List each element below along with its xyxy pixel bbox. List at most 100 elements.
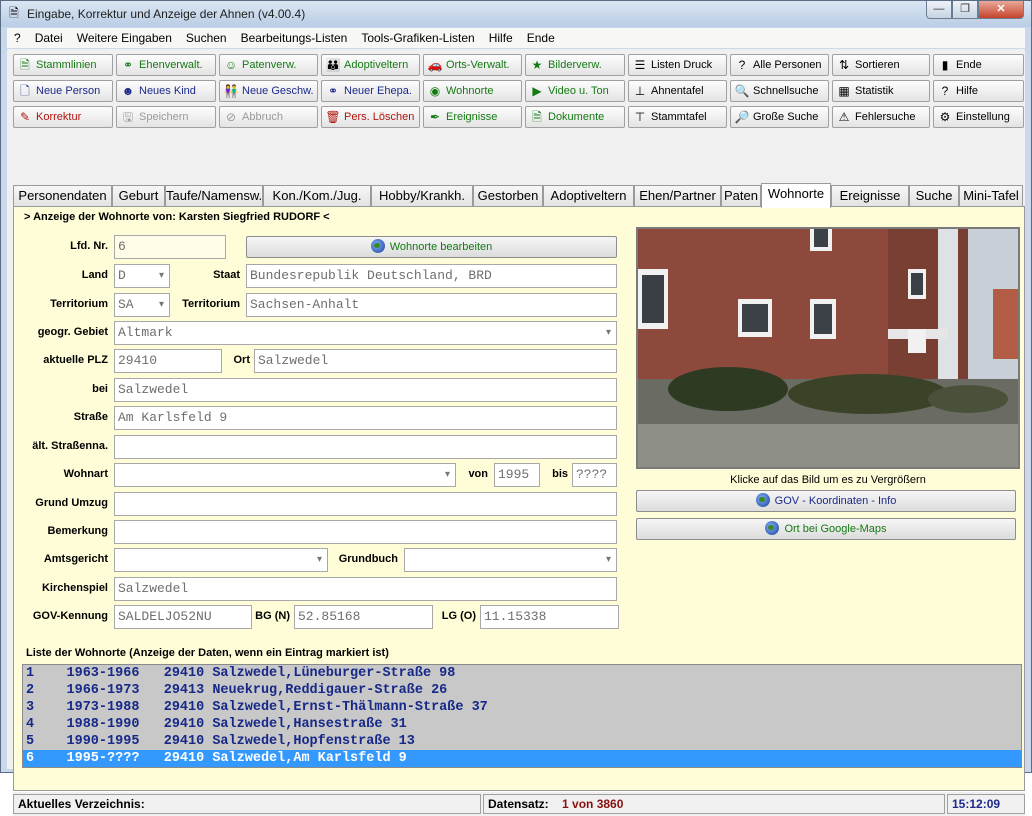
ort-field[interactable]: Salzwedel — [254, 349, 617, 373]
menu-suchen[interactable]: Suchen — [179, 28, 234, 48]
strasse-field[interactable]: Am Karlsfeld 9 — [114, 406, 617, 430]
gov-info-button[interactable]: GOV - Koordinaten - Info — [636, 490, 1016, 512]
tab-geburt[interactable]: Geburt — [112, 185, 165, 207]
toolbar-button-label: Ehenverwalt. — [139, 59, 203, 71]
gov-kennung-field[interactable]: SALDELJO52NU — [114, 605, 252, 629]
menu-hilfe[interactable]: Hilfe — [482, 28, 520, 48]
close-button[interactable]: ✕ — [978, 1, 1024, 19]
menu-ende[interactable]: Ende — [520, 28, 562, 48]
maximize-button[interactable]: ❐ — [952, 1, 978, 19]
toolbar-einstellung-button[interactable]: ⚙ Einstellung — [933, 106, 1024, 128]
tab-hobby-krankh[interactable]: Hobby/Krankh. — [371, 185, 473, 207]
siblings-icon: 👫 — [223, 84, 239, 98]
list-item[interactable]: 2 1966-1973 29413 Neuekrug,Reddigauer-St… — [23, 682, 1021, 699]
toolbar-ende-button[interactable]: ▮ Ende — [933, 54, 1024, 76]
territorium-code-select[interactable]: SA — [114, 293, 170, 317]
toolbar-button-label: Stammlinien — [36, 59, 97, 71]
tab-mini-tafel[interactable]: Mini-Tafel — [959, 185, 1023, 207]
bemerkung-field[interactable] — [114, 520, 617, 544]
toolbar-speichern-button[interactable]: 🖫 Speichern — [116, 106, 216, 128]
google-maps-button[interactable]: Ort bei Google-Maps — [636, 518, 1016, 540]
menu-datei[interactable]: Datei — [28, 28, 70, 48]
tab-adoptiveltern[interactable]: Adoptiveltern — [543, 185, 634, 207]
wohnart-select[interactable] — [114, 463, 456, 487]
toolbar-abbruch-button[interactable]: ⊘ Abbruch — [219, 106, 318, 128]
von-field[interactable]: 1995 — [494, 463, 540, 487]
label-lg: LG (O) — [441, 610, 476, 622]
residence-photo[interactable] — [636, 227, 1020, 469]
toolbar-orts-verwalt-button[interactable]: 🚗 Orts-Verwalt. — [423, 54, 522, 76]
alt-strassenname-field[interactable] — [114, 435, 617, 459]
label-alt-strassenname: ält. Straßenna. — [32, 440, 108, 452]
toolbar-stammtafel-button[interactable]: ⊤ Stammtafel — [628, 106, 727, 128]
toolbar-listen-druck-button[interactable]: ☰ Listen Druck — [628, 54, 727, 76]
bis-field[interactable]: ???? — [572, 463, 617, 487]
amtsgericht-select[interactable] — [114, 548, 328, 572]
toolbar-ahnentafel-button[interactable]: ⊥ Ahnentafel — [628, 80, 727, 102]
toolbar-alle-personen-button[interactable]: ? Alle Personen — [730, 54, 829, 76]
lg-field[interactable]: 11.15338 — [480, 605, 619, 629]
menu-tools-grafiken-listen[interactable]: Tools-Grafiken-Listen — [354, 28, 481, 48]
toolbar-schnellsuche-button[interactable]: 🔍 Schnellsuche — [730, 80, 829, 102]
list-item[interactable]: 4 1988-1990 29410 Salzwedel,Hansestraße … — [23, 716, 1021, 733]
menu-help-question[interactable]: ? — [7, 28, 28, 48]
toolbar-neue-geschw-button[interactable]: 👫 Neue Geschw. — [219, 80, 318, 102]
toolbar-patenverw-button[interactable]: ☺ Patenverw. — [219, 54, 318, 76]
list-item[interactable]: 1 1963-1966 29410 Salzwedel,Lüneburger-S… — [23, 665, 1021, 682]
lfd-nr-field: 6 — [114, 235, 226, 259]
tab-gestorben[interactable]: Gestorben — [473, 185, 543, 207]
tab-paten[interactable]: Paten — [721, 185, 761, 207]
wohnorte-bearbeiten-button[interactable]: Wohnorte bearbeiten — [246, 236, 617, 258]
toolbar-neue-person-button[interactable]: 🗋 Neue Person — [13, 80, 113, 102]
tab-kon-kom-jug[interactable]: Kon./Kom./Jug. — [263, 185, 371, 207]
save-icon: 🖫 — [122, 110, 134, 124]
minimize-button[interactable]: — — [926, 1, 952, 19]
toolbar-ehenverwalt-button[interactable]: ⚭ Ehenverwalt. — [116, 54, 216, 76]
tab-suche[interactable]: Suche — [909, 185, 959, 207]
toolbar-ereignisse-button[interactable]: ✒ Ereignisse — [423, 106, 522, 128]
toolbar-wohnorte-button[interactable]: ◉ Wohnorte — [423, 80, 522, 102]
toolbar-neuer-ehepa-button[interactable]: ⚭ Neuer Ehepa. — [321, 80, 420, 102]
globe-icon: ◉ — [429, 84, 441, 98]
tab-wohnorte[interactable]: Wohnorte — [761, 183, 831, 208]
toolbar-button-label: Neues Kind — [139, 85, 196, 97]
toolbar-adoptiveltern-button[interactable]: 👪 Adoptiveltern — [321, 54, 420, 76]
toolbar-korrektur-button[interactable]: ✎ Korrektur — [13, 106, 113, 128]
menu-bearbeitungs-listen[interactable]: Bearbeitungs-Listen — [234, 28, 355, 48]
toolbar-neues-kind-button[interactable]: ☻ Neues Kind — [116, 80, 216, 102]
list-item[interactable]: 5 1990-1995 29410 Salzwedel,Hopfenstraße… — [23, 733, 1021, 750]
list-item[interactable]: 3 1973-1988 29410 Salzwedel,Ernst-Thälma… — [23, 699, 1021, 716]
menu-weitere-eingaben[interactable]: Weitere Eingaben — [70, 28, 179, 48]
tab-ereignisse[interactable]: Ereignisse — [831, 185, 909, 207]
staat-field[interactable]: Bundesrepublik Deutschland, BRD — [246, 264, 617, 288]
toolbar-sortieren-button[interactable]: ⇅ Sortieren — [832, 54, 930, 76]
kirchenspiel-field[interactable]: Salzwedel — [114, 577, 617, 601]
toolbar-fehlersuche-button[interactable]: ⚠ Fehlersuche — [832, 106, 930, 128]
geogr-gebiet-select[interactable]: Altmark — [114, 321, 617, 345]
toolbar-video-u-ton-button[interactable]: ▶ Video u. Ton — [525, 80, 625, 102]
bei-field[interactable]: Salzwedel — [114, 378, 617, 402]
app-window: 🗎 Eingabe, Korrektur und Anzeige der Ahn… — [0, 0, 1032, 816]
territorium-field[interactable]: Sachsen-Anhalt — [246, 293, 617, 317]
land-select[interactable]: D — [114, 264, 170, 288]
toolbar-hilfe-button[interactable]: ? Hilfe — [933, 80, 1024, 102]
toolbar-statistik-button[interactable]: ▦ Statistik — [832, 80, 930, 102]
toolbar-dokumente-button[interactable]: 🗎 Dokumente — [525, 106, 625, 128]
toolbar-button-label: Dokumente — [548, 111, 605, 123]
list-item[interactable]: 6 1995-???? 29410 Salzwedel,Am Karlsfeld… — [23, 750, 1021, 767]
grundbuch-select[interactable] — [404, 548, 617, 572]
plz-field[interactable]: 29410 — [114, 349, 222, 373]
tab-personendaten[interactable]: Personendaten — [13, 185, 112, 207]
grund-umzug-field[interactable] — [114, 492, 617, 516]
photo-caption: Klicke auf das Bild um es zu Vergrößern — [730, 474, 926, 486]
toolbar-große-suche-button[interactable]: 🔎 Große Suche — [730, 106, 829, 128]
label-territorium: Territorium — [182, 298, 240, 310]
smiley-icon: ☺ — [224, 58, 238, 72]
toolbar-bilderverw-button[interactable]: ★ Bilderverw. — [525, 54, 625, 76]
tab-taufe-namensw[interactable]: Taufe/Namensw. — [165, 185, 263, 207]
toolbar-stammlinien-button[interactable]: 🗎 Stammlinien — [13, 54, 113, 76]
toolbar-pers-löschen-button[interactable]: 🗑 Pers. Löschen — [321, 106, 420, 128]
bg-field[interactable]: 52.85168 — [294, 605, 433, 629]
tab-ehen-partner[interactable]: Ehen/Partner — [634, 185, 721, 207]
wohnorte-list[interactable]: 1 1963-1966 29410 Salzwedel,Lüneburger-S… — [22, 664, 1022, 768]
